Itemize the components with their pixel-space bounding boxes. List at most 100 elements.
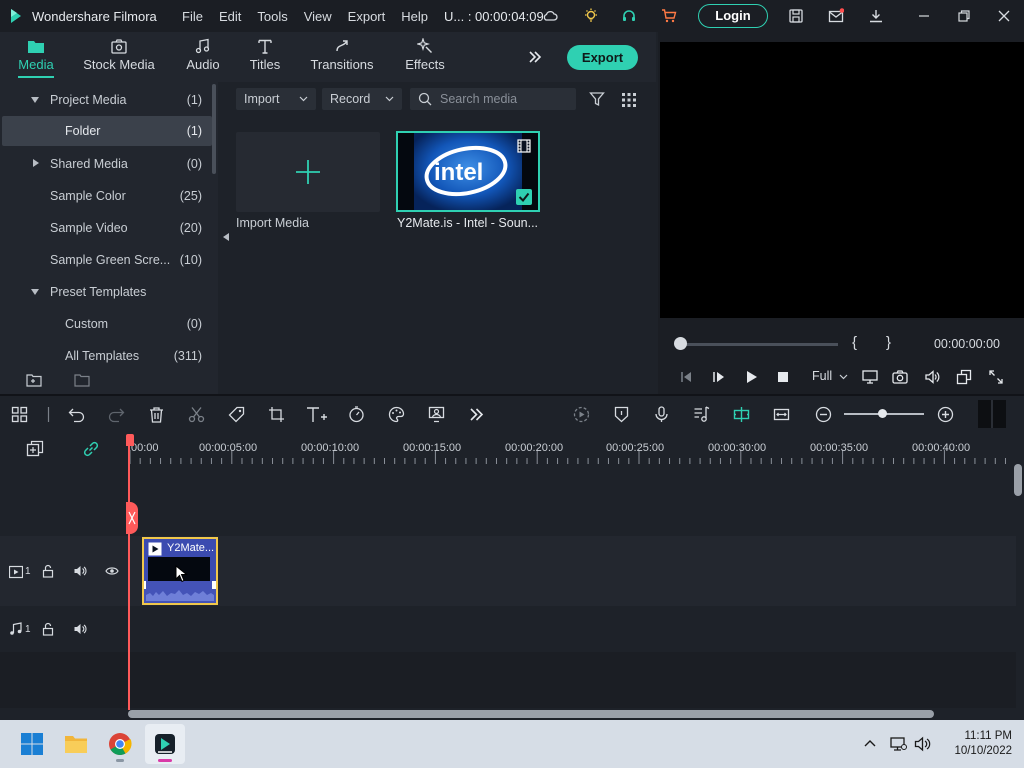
menu-view[interactable]: View	[296, 9, 340, 24]
tag-icon[interactable]	[228, 406, 245, 423]
menu-export[interactable]: Export	[340, 9, 394, 24]
checked-badge[interactable]	[516, 189, 532, 205]
record-dropdown[interactable]: Record	[322, 88, 402, 110]
stop-icon[interactable]	[775, 369, 791, 385]
green-screen-icon[interactable]	[428, 406, 445, 423]
timeline-horizontal-scrollbar[interactable]	[128, 710, 934, 718]
import-dropdown[interactable]: Import	[236, 88, 316, 110]
microphone-icon[interactable]	[653, 406, 670, 423]
headset-icon[interactable]	[621, 8, 637, 24]
playhead-split-button[interactable]	[126, 502, 138, 534]
tab-titles[interactable]: Titles	[244, 32, 286, 82]
play-icon[interactable]	[743, 369, 759, 385]
link-icon[interactable]	[82, 440, 100, 458]
import-media-tile[interactable]	[236, 132, 380, 212]
sidebar-item-preset-templates[interactable]: Preset Templates	[2, 277, 212, 307]
sidebar-item-folder[interactable]: Folder (1)	[2, 116, 212, 146]
sidebar-scrollbar[interactable]	[212, 84, 216, 174]
grid-view-icon[interactable]	[622, 93, 636, 107]
layout-icon[interactable]	[11, 406, 28, 423]
menu-help[interactable]: Help	[393, 9, 436, 24]
export-button[interactable]: Export	[567, 45, 638, 70]
more-tools-chevron-icon[interactable]	[468, 406, 485, 423]
sidebar-item-sample-green-screen[interactable]: Sample Green Scre... (10)	[2, 245, 212, 275]
render-preview-icon[interactable]	[573, 406, 590, 423]
tab-media[interactable]: Media	[10, 32, 62, 82]
mark-out-button[interactable]: }	[886, 334, 891, 351]
preview-scrub-knob[interactable]	[674, 337, 687, 350]
preview-scrub-track[interactable]	[680, 343, 838, 346]
mail-icon[interactable]	[828, 8, 844, 24]
timeline-empty-space[interactable]	[0, 652, 1016, 708]
clip-trim-handle-right[interactable]	[212, 581, 216, 589]
network-display-icon[interactable]	[890, 736, 907, 752]
zoom-in-icon[interactable]	[937, 406, 954, 423]
delete-trash-icon[interactable]	[148, 406, 165, 423]
empty-track-area[interactable]	[0, 466, 1016, 536]
collapse-sidebar-arrow-icon[interactable]	[223, 233, 229, 241]
chevron-down-icon[interactable]	[839, 374, 848, 380]
sidebar-item-shared-media[interactable]: Shared Media (0)	[2, 149, 212, 179]
add-track-icon[interactable]	[26, 440, 44, 458]
new-folder-icon[interactable]	[26, 373, 42, 387]
sidebar-item-custom[interactable]: Custom (0)	[2, 309, 212, 339]
login-button[interactable]: Login	[698, 4, 768, 28]
fit-timeline-icon[interactable]	[773, 406, 790, 423]
timeline-vertical-scrollbar[interactable]	[1014, 464, 1022, 496]
tab-effects[interactable]: Effects	[400, 32, 450, 82]
expand-down-icon[interactable]	[31, 289, 39, 295]
volume-icon[interactable]	[924, 369, 940, 385]
playhead-handle[interactable]	[126, 434, 134, 446]
fullscreen-icon[interactable]	[988, 369, 1004, 385]
playhead-line[interactable]	[128, 436, 130, 710]
sidebar-item-sample-video[interactable]: Sample Video (20)	[2, 213, 212, 243]
sidebar-item-all-templates[interactable]: All Templates (311)	[2, 341, 212, 371]
tab-audio[interactable]: Audio	[180, 32, 226, 82]
clip-trim-handle-left[interactable]	[144, 581, 146, 589]
folder-icon[interactable]	[74, 373, 90, 387]
system-clock[interactable]: 11:11 PM 10/10/2022	[940, 729, 1012, 759]
tab-stock-media[interactable]: Stock Media	[80, 32, 158, 82]
text-add-icon[interactable]	[306, 406, 328, 423]
expand-right-icon[interactable]	[33, 159, 39, 167]
zoom-out-icon[interactable]	[815, 406, 832, 423]
undo-icon[interactable]	[68, 406, 85, 423]
redo-icon[interactable]	[108, 406, 125, 423]
show-hidden-icons-chevron-icon[interactable]	[862, 736, 878, 752]
panel-toggle-button[interactable]	[978, 400, 1006, 428]
tab-transitions[interactable]: Transitions	[308, 32, 376, 82]
close-icon[interactable]	[996, 8, 1012, 24]
display-settings-icon[interactable]	[862, 369, 878, 385]
audio-track-1[interactable]	[0, 606, 1016, 652]
cart-icon[interactable]	[661, 8, 677, 24]
lock-icon[interactable]	[41, 564, 55, 578]
windows-start-icon[interactable]	[20, 732, 44, 756]
sidebar-item-project-media[interactable]: Project Media (1)	[2, 85, 212, 115]
search-input[interactable]	[440, 91, 570, 107]
file-explorer-icon[interactable]	[64, 732, 88, 756]
speaker-icon[interactable]	[73, 564, 87, 578]
audio-mixer-icon[interactable]	[693, 406, 710, 423]
search-box[interactable]	[410, 88, 576, 110]
cloud-icon[interactable]	[542, 8, 558, 24]
snap-magnet-icon[interactable]	[733, 406, 750, 423]
mark-in-button[interactable]: {	[852, 334, 857, 351]
save-icon[interactable]	[788, 8, 804, 24]
color-palette-icon[interactable]	[388, 406, 405, 423]
previous-frame-icon[interactable]	[678, 369, 694, 385]
speed-timer-icon[interactable]	[348, 406, 365, 423]
next-frame-icon[interactable]	[710, 369, 726, 385]
zoom-slider-knob[interactable]	[878, 409, 887, 418]
speaker-volume-icon[interactable]	[914, 736, 931, 752]
chrome-icon[interactable]	[108, 732, 132, 756]
more-tabs-chevron-icon[interactable]	[528, 50, 542, 64]
menu-tools[interactable]: Tools	[249, 9, 295, 24]
speaker-icon[interactable]	[73, 622, 87, 636]
restore-icon[interactable]	[956, 8, 972, 24]
sidebar-item-sample-color[interactable]: Sample Color (25)	[2, 181, 212, 211]
expand-down-icon[interactable]	[31, 97, 39, 103]
filter-icon[interactable]	[589, 91, 605, 107]
quality-dropdown[interactable]: Full	[812, 369, 832, 383]
download-icon[interactable]	[868, 8, 884, 24]
lock-icon[interactable]	[41, 622, 55, 636]
